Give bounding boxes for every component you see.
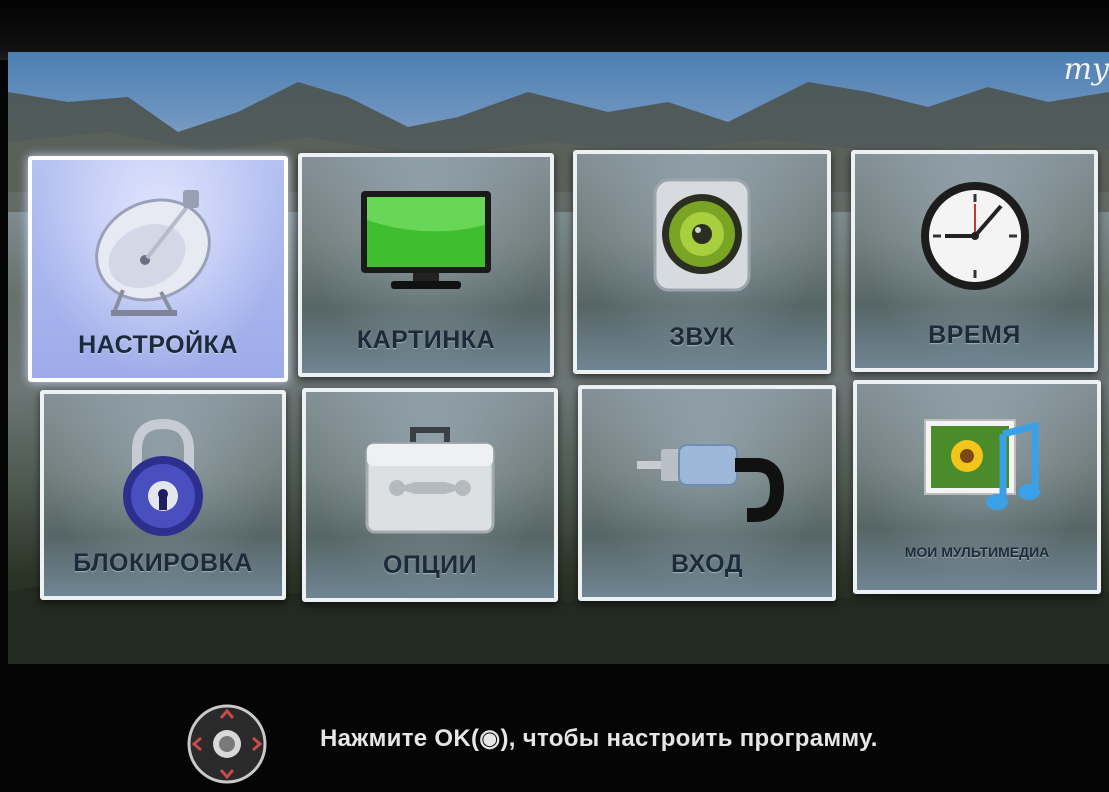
tv-bezel-top [0, 0, 1109, 60]
menu-tile-multimedia[interactable]: МОИ МУЛЬТИМЕДИА [853, 380, 1101, 594]
padlock-icon [123, 418, 203, 536]
menu-tile-label: ВРЕМЯ [928, 321, 1021, 349]
menu-tile-lock[interactable]: БЛОКИРОВКА [40, 390, 286, 600]
multimedia-icon [924, 419, 1040, 510]
menu-tile-input[interactable]: ВХОД [578, 385, 836, 601]
menu-tile-label: ВХОД [670, 550, 744, 578]
toolbox-icon [365, 427, 495, 534]
menu-tile-label: ЗВУК [669, 323, 735, 351]
navigation-pad-icon [187, 704, 267, 784]
menu-tile-label: БЛОКИРОВКА [73, 549, 253, 577]
menu-tile-picture[interactable]: КАРТИНКА [298, 153, 554, 377]
menu-tile-label: МОИ МУЛЬТИМЕДИА [904, 544, 1050, 560]
menu-tile-time[interactable]: ВРЕМЯ [851, 150, 1098, 372]
brand-logo: my [1063, 52, 1109, 87]
help-text: Нажмите OK(◉), чтобы настроить программу… [320, 725, 878, 752]
cable-plug-icon [637, 444, 785, 522]
speaker-icon [653, 178, 751, 292]
help-bar: Нажмите OK(◉), чтобы настроить программу… [0, 690, 1109, 784]
menu-tile-label: ОПЦИИ [382, 551, 478, 579]
menu-tile-sound[interactable]: ЗВУК [573, 150, 831, 374]
menu-tile-label: НАСТРОЙКА [78, 331, 238, 359]
clock-icon [920, 182, 1029, 290]
menu-tile-setup[interactable]: НАСТРОЙКА [28, 156, 288, 382]
tv-screen-icon [361, 191, 491, 289]
menu-tile-label: КАРТИНКА [356, 326, 496, 354]
menu-tile-options[interactable]: ОПЦИИ [302, 388, 558, 602]
satellite-dish-icon [95, 190, 211, 316]
